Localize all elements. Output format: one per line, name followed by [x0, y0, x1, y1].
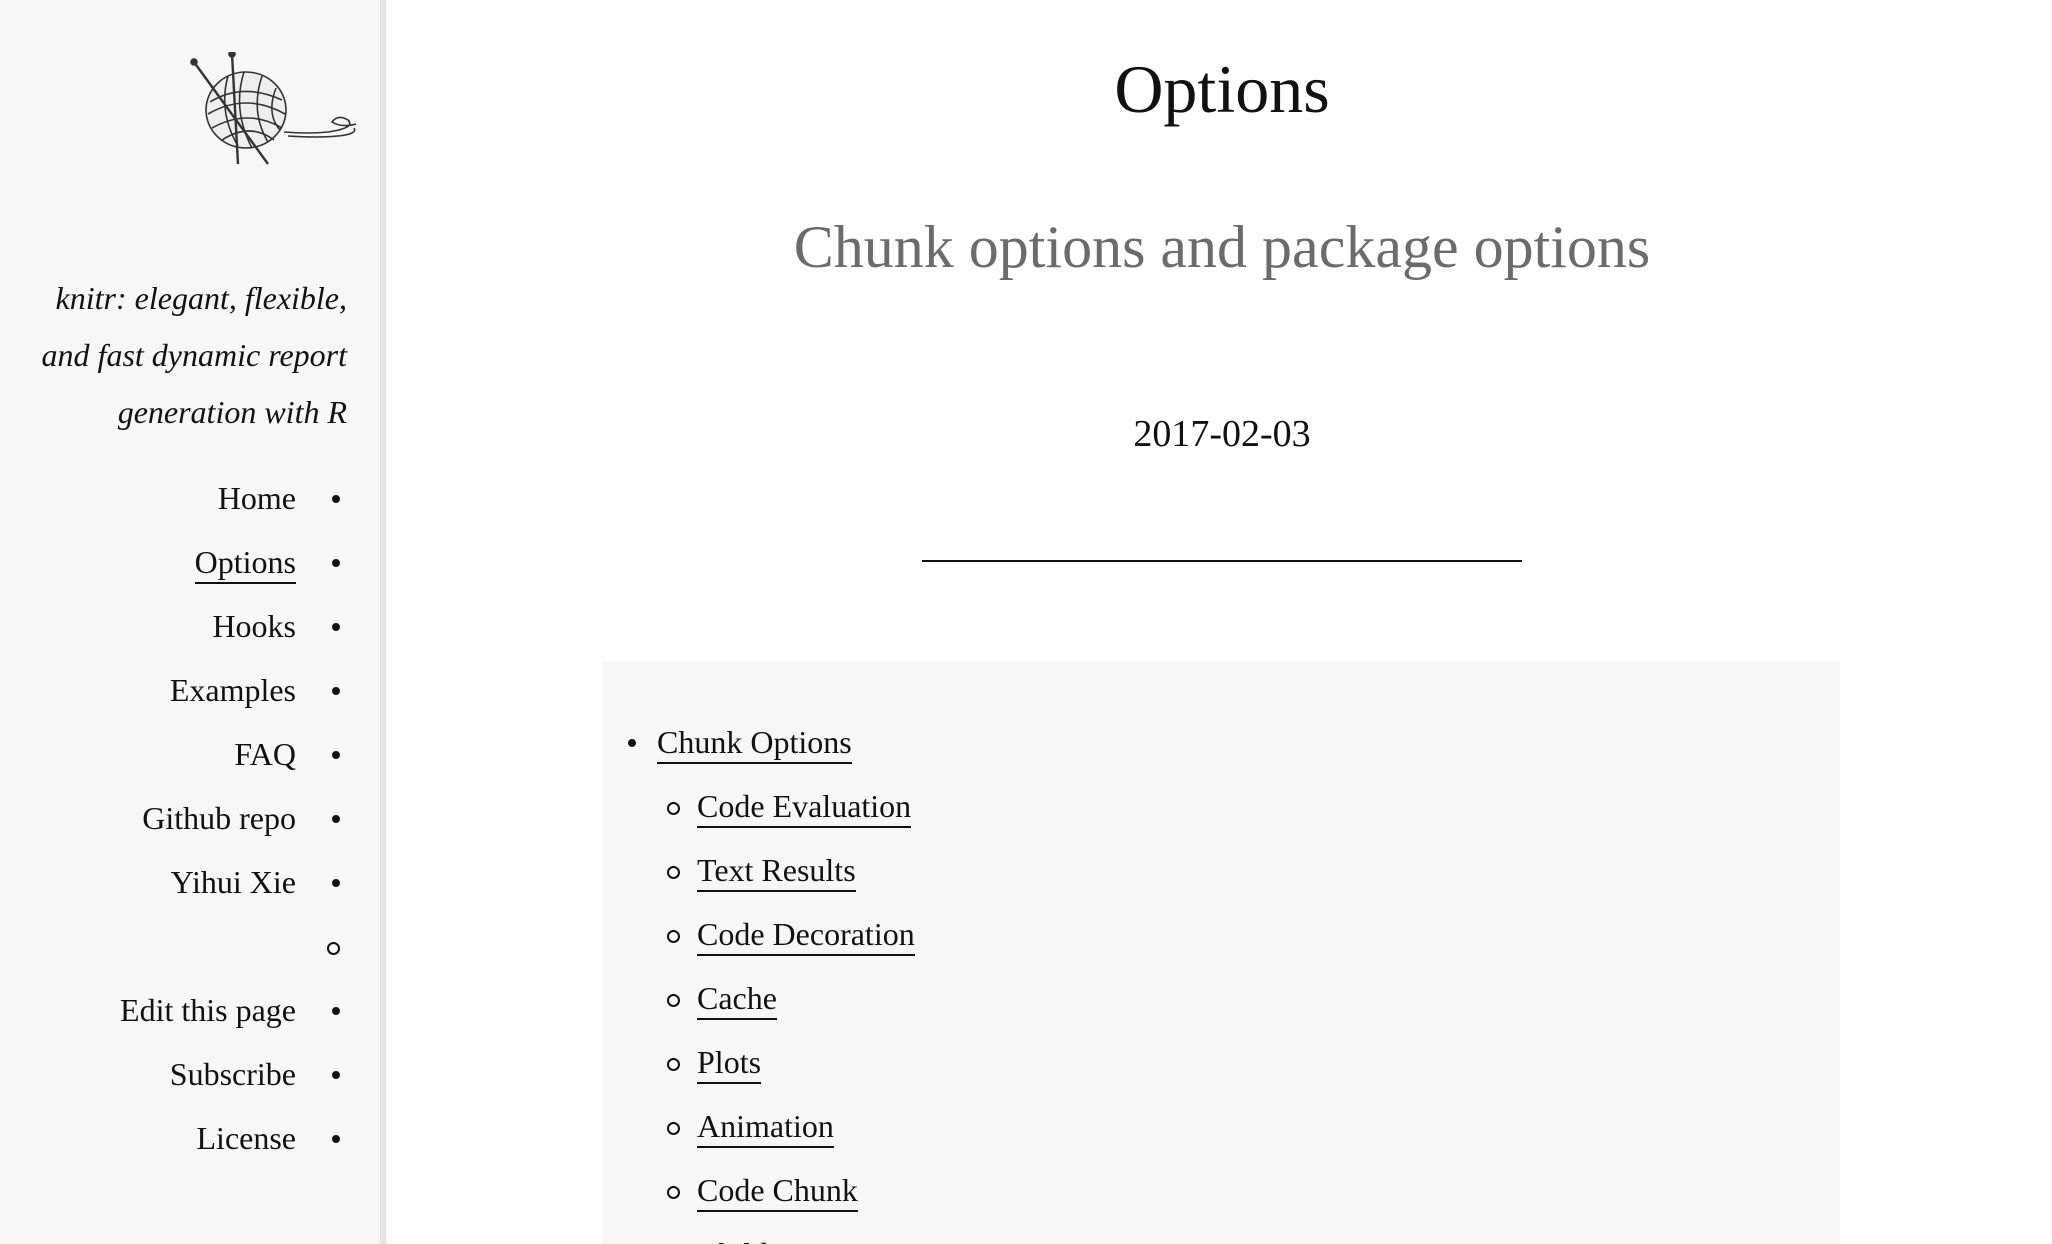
toc-link-text-results[interactable]: Text Results: [697, 852, 856, 892]
knitr-logo-icon[interactable]: [188, 50, 358, 170]
table-of-contents: Chunk Options Code Evaluation Text Resul…: [602, 662, 1840, 1244]
divider: [922, 560, 1522, 562]
nav-item-github-repo[interactable]: Github repo: [120, 786, 340, 850]
nav-item-examples[interactable]: Examples: [120, 658, 340, 722]
nav-link-edit-page[interactable]: Edit this page: [120, 992, 296, 1028]
nav-item-faq[interactable]: FAQ: [120, 722, 340, 786]
main-content: Options Chunk options and package option…: [392, 0, 2052, 1244]
nav-link-options[interactable]: Options: [194, 544, 296, 584]
toc-link-code-chunk[interactable]: Code Chunk: [697, 1172, 858, 1212]
nav-link-subscribe[interactable]: Subscribe: [170, 1056, 296, 1092]
toc-item-child-documents[interactable]: Child Documents: [602, 1222, 1840, 1244]
page-title: Options: [1114, 51, 1330, 127]
site-tagline: knitr: elegant, flexible, and fast dynam…: [41, 280, 347, 430]
nav-item-edit-page[interactable]: Edit this page: [120, 978, 340, 1042]
toc-link-plots[interactable]: Plots: [697, 1044, 762, 1084]
nav-item-hooks[interactable]: Hooks: [120, 594, 340, 658]
nav-item-options[interactable]: Options: [120, 530, 340, 594]
toc-link-code-evaluation[interactable]: Code Evaluation: [697, 788, 912, 828]
page-subtitle: Chunk options and package options: [793, 214, 1651, 280]
sidebar-nav: Home Options Hooks Examples FAQ Github r…: [120, 466, 340, 1170]
toc-item-plots[interactable]: Plots: [602, 1030, 1840, 1094]
toc-item-text-results[interactable]: Text Results: [602, 838, 1840, 902]
nav-link-hooks[interactable]: Hooks: [212, 608, 296, 644]
toc-link-chunk-options[interactable]: Chunk Options: [657, 724, 852, 764]
nav-link-faq[interactable]: FAQ: [234, 736, 296, 772]
toc-item-code-evaluation[interactable]: Code Evaluation: [602, 774, 1840, 838]
toc-link-cache[interactable]: Cache: [697, 980, 777, 1020]
nav-link-github-repo[interactable]: Github repo: [142, 800, 296, 836]
toc-link-child-documents[interactable]: Child Documents: [697, 1236, 922, 1244]
toc-item-cache[interactable]: Cache: [602, 966, 1840, 1030]
toc-link-code-decoration[interactable]: Code Decoration: [697, 916, 915, 956]
toc-item-animation[interactable]: Animation: [602, 1094, 1840, 1158]
page-date: 2017-02-03: [1133, 413, 1311, 455]
nav-link-license[interactable]: License: [197, 1120, 297, 1156]
toc-item-chunk-options[interactable]: Chunk Options: [602, 710, 1840, 774]
toc-item-code-chunk[interactable]: Code Chunk: [602, 1158, 1840, 1222]
toc-link-animation[interactable]: Animation: [697, 1108, 834, 1148]
nav-item-subscribe[interactable]: Subscribe: [120, 1042, 340, 1106]
nav-item-license[interactable]: License: [120, 1106, 340, 1170]
toc-item-code-decoration[interactable]: Code Decoration: [602, 902, 1840, 966]
nav-link-yihui-xie[interactable]: Yihui Xie: [171, 864, 296, 900]
nav-item-yihui-xie[interactable]: Yihui Xie: [120, 850, 340, 914]
nav-item-home[interactable]: Home: [120, 466, 340, 530]
nav-link-examples[interactable]: Examples: [170, 672, 296, 708]
nav-item-empty-sublist: [120, 914, 340, 978]
sidebar: knitr: elegant, flexible, and fast dynam…: [0, 0, 386, 1244]
nav-link-home[interactable]: Home: [218, 480, 296, 516]
